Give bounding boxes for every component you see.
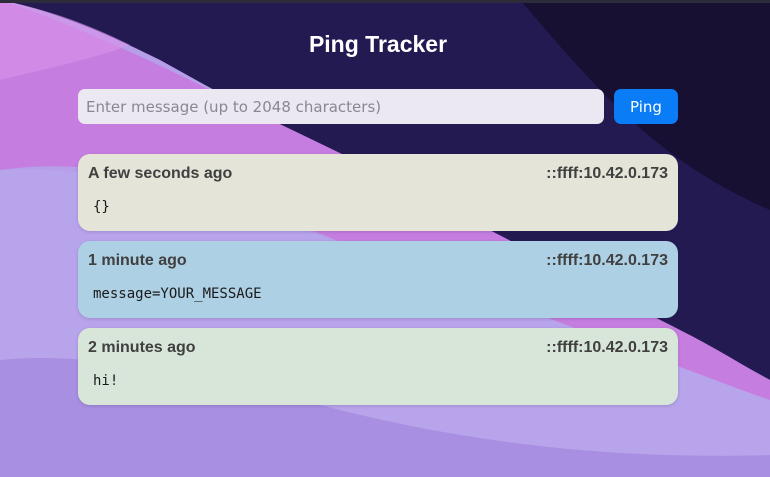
ping-card: A few seconds ago ::ffff:10.42.0.173 {}: [78, 154, 678, 231]
ping-time: A few seconds ago: [88, 165, 233, 182]
ping-ip-address: ::ffff:10.42.0.173: [546, 339, 668, 356]
ping-button[interactable]: Ping: [614, 89, 678, 124]
ping-time: 2 minutes ago: [88, 339, 196, 356]
ping-time: 1 minute ago: [88, 252, 187, 269]
ping-card: 1 minute ago ::ffff:10.42.0.173 message=…: [78, 241, 678, 318]
page-title: Ping Tracker: [308, 31, 448, 57]
ping-card: 2 minutes ago ::ffff:10.42.0.173 hi!: [78, 328, 678, 405]
ping-list: A few seconds ago ::ffff:10.42.0.173 {} …: [78, 154, 678, 415]
ping-message: hi!: [93, 373, 119, 389]
ping-ip-address: ::ffff:10.42.0.173: [546, 165, 668, 182]
ping-message: {}: [93, 199, 110, 215]
ping-form: Ping: [78, 89, 678, 124]
ping-ip-address: ::ffff:10.42.0.173: [546, 252, 668, 269]
page: Ping Tracker Ping A few seconds ago ::ff…: [0, 0, 770, 477]
ping-message: message=YOUR_MESSAGE: [93, 286, 262, 302]
message-input[interactable]: [78, 89, 604, 124]
